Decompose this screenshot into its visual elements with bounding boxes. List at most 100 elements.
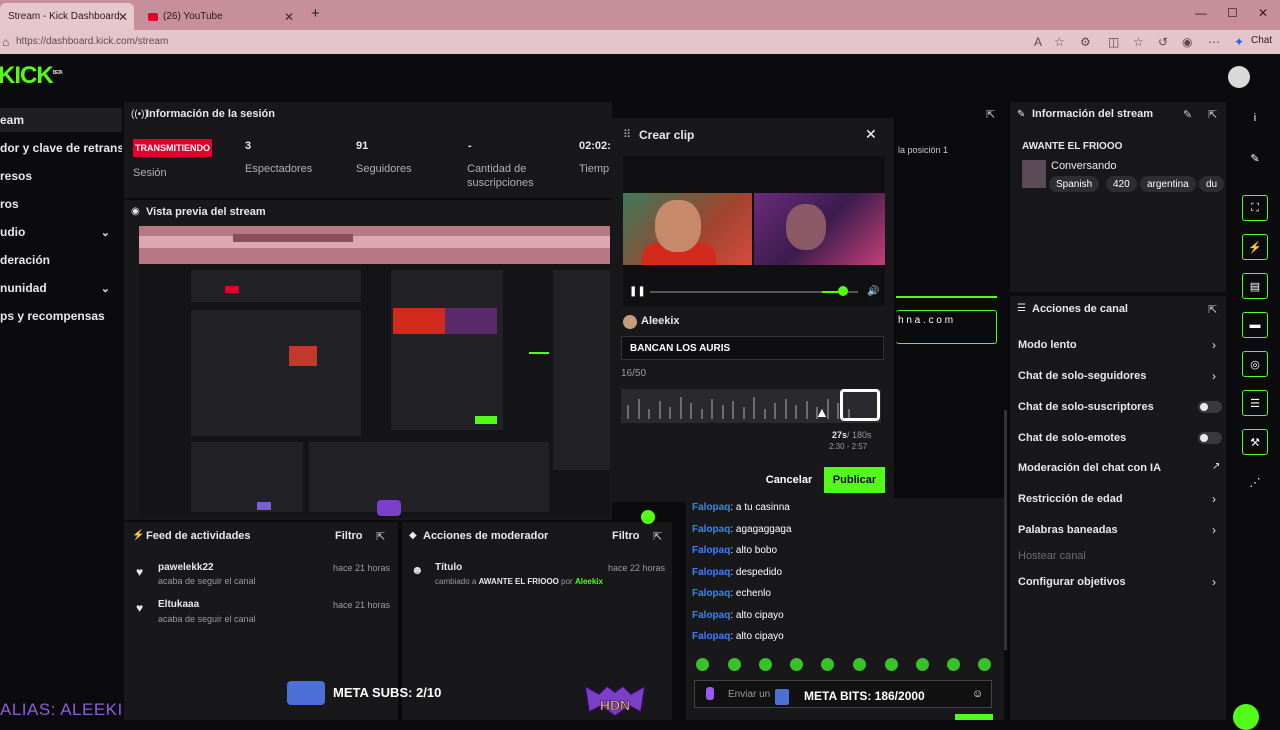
share-icon[interactable]: ⋰ [1247, 474, 1263, 490]
split-screen-icon[interactable]: ◫ [1108, 35, 1119, 49]
chat-message: Falopaq: echenlo [692, 588, 771, 599]
address-bar[interactable]: ⌂ https://dashboard.kick.com/stream A ☆ … [0, 30, 1280, 54]
popout-icon[interactable]: ⇱ [653, 530, 662, 543]
popout-icon[interactable]: ⇱ [1208, 303, 1217, 316]
waveform-bar [795, 405, 797, 419]
chevron-right-icon[interactable]: › [1212, 523, 1216, 537]
stream-info-panel [1010, 102, 1226, 292]
age-restriction-row[interactable]: Restricción de edad [1018, 493, 1123, 505]
close-window-button[interactable]: ✕ [1258, 6, 1268, 20]
chat-username[interactable]: Falopaq [692, 631, 730, 642]
emoji-icon[interactable]: ☺ [972, 688, 983, 700]
chat-scrollbar[interactable] [1004, 410, 1007, 650]
activity-filter-button[interactable]: Filtro [335, 530, 363, 542]
favorite-icon[interactable]: ☆ [1054, 35, 1065, 49]
cancel-button[interactable]: Cancelar [761, 468, 817, 492]
sidebar-item-income[interactable]: resos [0, 164, 122, 188]
sidebar-item-server-key[interactable]: dor y clave de retransm [0, 136, 122, 160]
chat-username[interactable]: Falopaq [692, 567, 730, 578]
sidebar-item-rewards[interactable]: ps y recompensas [0, 304, 122, 328]
edit-icon[interactable]: ✎ [1247, 150, 1263, 166]
emote-icon[interactable] [885, 658, 898, 671]
clip-title-input[interactable]: BANCAN LOS AURIS [621, 336, 884, 360]
drag-handle-icon[interactable]: ⠿ [623, 128, 631, 141]
emote-icon[interactable] [790, 658, 803, 671]
tab-kick-dashboard[interactable]: Stream - Kick Dashboard ✕ [0, 3, 134, 30]
ai-moderation-row[interactable]: Moderación del chat con IA [1018, 462, 1161, 474]
extensions-icon[interactable]: ⚙ [1080, 35, 1091, 49]
sidebar-item-stream[interactable]: eam [0, 108, 122, 132]
volume-icon[interactable]: 🔊 [867, 286, 879, 297]
emote-icon[interactable] [759, 658, 772, 671]
chat-username[interactable]: Falopaq [692, 588, 730, 599]
close-icon[interactable]: ✕ [118, 10, 128, 24]
chevron-right-icon[interactable]: › [1212, 492, 1216, 506]
help-button[interactable] [1233, 704, 1259, 730]
chat-username[interactable]: Falopaq [692, 545, 730, 556]
favorites-bar-icon[interactable]: ☆ [1133, 35, 1144, 49]
popout-icon[interactable]: ⇱ [376, 530, 385, 543]
sidebar-item-audio[interactable]: udio ⌄ [0, 220, 122, 244]
emotes-only-toggle[interactable] [1198, 432, 1222, 444]
set-goals-row[interactable]: Configurar objetivos [1018, 576, 1126, 588]
external-link-icon[interactable]: ↗ [1212, 461, 1220, 472]
emote-icon[interactable] [853, 658, 866, 671]
popout-icon[interactable]: ⇱ [986, 108, 995, 121]
emote-icon[interactable] [696, 658, 709, 671]
chat-icon[interactable]: ▬ [1247, 317, 1263, 333]
profile-icon[interactable]: ◉ [1182, 35, 1192, 49]
avatar[interactable] [1228, 66, 1250, 88]
chat-username[interactable]: Falopaq [692, 502, 730, 513]
minimize-button[interactable]: — [1195, 6, 1207, 20]
popout-icon[interactable]: ⇱ [1208, 108, 1217, 121]
sidebar-item-community[interactable]: nunidad ⌄ [0, 276, 122, 300]
broadcast-icon[interactable]: ◎ [1247, 356, 1263, 372]
volume-knob[interactable] [838, 286, 848, 296]
history-icon[interactable]: ↺ [1158, 35, 1168, 49]
chat-username[interactable]: Falopaq [692, 524, 730, 535]
preview-tab [233, 234, 353, 242]
moderator-filter-button[interactable]: Filtro [612, 530, 640, 542]
emote-icon[interactable] [916, 658, 929, 671]
more-icon[interactable]: ⋯ [1208, 35, 1220, 49]
chat-button[interactable]: Chat [1251, 35, 1272, 46]
maximize-button[interactable]: ☐ [1227, 6, 1238, 20]
followers-only-row[interactable]: Chat de solo-seguidores [1018, 370, 1146, 382]
chevron-right-icon[interactable]: › [1212, 369, 1216, 383]
banned-words-row[interactable]: Palabras baneadas [1018, 524, 1118, 536]
emote-icon[interactable] [728, 658, 741, 671]
close-icon[interactable]: ✕ [284, 10, 294, 24]
chevron-down-icon: ⌄ [100, 226, 110, 239]
emote-icon[interactable] [978, 658, 991, 671]
moderator-item-detail: cambiado a AWANTE EL FRIOOO por Aleekix [435, 577, 603, 586]
emote-icon[interactable] [947, 658, 960, 671]
pause-icon[interactable]: ❚❚ [629, 286, 646, 297]
read-aloud-icon[interactable]: A [1034, 35, 1042, 49]
tab-youtube[interactable]: (26) YouTube ✕ [140, 3, 300, 30]
url-text[interactable]: https://dashboard.kick.com/stream [16, 36, 168, 47]
send-button[interactable] [955, 714, 993, 720]
layout-icon[interactable]: ☰ [1247, 395, 1263, 411]
chevron-right-icon[interactable]: › [1212, 338, 1216, 352]
subs-only-toggle[interactable] [1198, 401, 1222, 413]
close-icon[interactable]: ✕ [865, 126, 877, 143]
info-icon[interactable]: i [1247, 110, 1263, 126]
new-tab-button[interactable]: + [311, 5, 320, 22]
chevron-right-icon[interactable]: › [1212, 575, 1216, 589]
slow-mode-row[interactable]: Modo lento [1018, 339, 1077, 351]
copilot-icon[interactable]: ✦ [1234, 35, 1244, 49]
sidebar-item-moderation[interactable]: deración [0, 248, 122, 272]
kick-logo[interactable]: KICKBETA [0, 62, 63, 90]
publish-button[interactable]: Publicar [824, 467, 885, 493]
chat-username[interactable]: Falopaq [692, 610, 730, 621]
sidebar-item-other[interactable]: ros [0, 192, 122, 216]
stream-preview[interactable] [139, 226, 610, 518]
edit-icon[interactable]: ✎ [1183, 108, 1192, 121]
emote-icon[interactable] [821, 658, 834, 671]
clip-icon[interactable]: ⛶ [1247, 200, 1263, 216]
clip-range-handle[interactable] [840, 389, 880, 421]
waveform-bar [742, 407, 745, 419]
wrench-icon[interactable]: ⚒ [1247, 434, 1263, 450]
bolt-icon[interactable]: ⚡ [1247, 239, 1263, 255]
document-icon[interactable]: ▤ [1247, 278, 1263, 294]
